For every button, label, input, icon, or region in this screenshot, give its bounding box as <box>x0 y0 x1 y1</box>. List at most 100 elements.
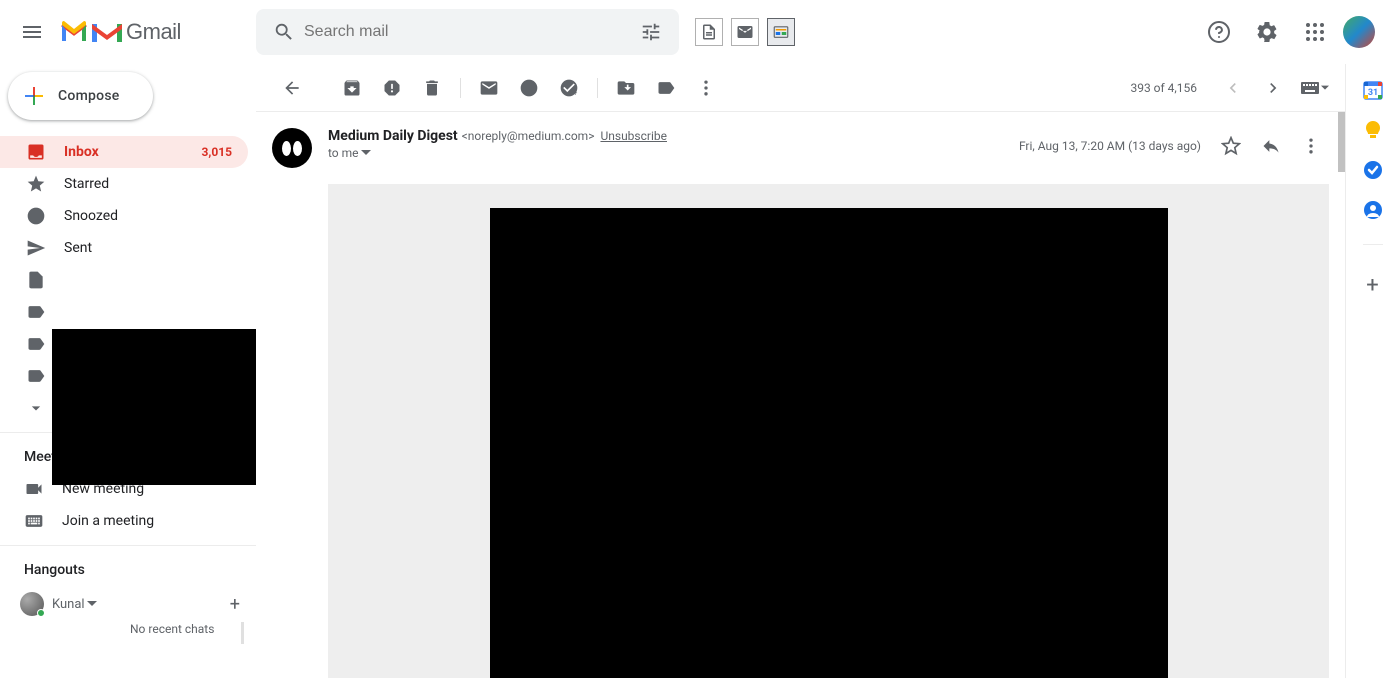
join-meeting-button[interactable]: Join a meeting <box>0 505 256 537</box>
settings-button[interactable] <box>1247 12 1287 52</box>
back-button[interactable] <box>272 68 312 108</box>
extension-icons <box>695 18 795 46</box>
reply-icon <box>1261 136 1281 156</box>
search-button[interactable] <box>264 12 304 52</box>
search-input[interactable] <box>304 23 631 41</box>
gmail-logo[interactable]: Gmail <box>60 19 181 45</box>
sidebar-item-inbox[interactable]: Inbox 3,015 <box>0 136 248 168</box>
delete-button[interactable] <box>412 68 452 108</box>
user-avatar <box>20 592 44 616</box>
search-options-button[interactable] <box>631 12 671 52</box>
sidebar-item-starred[interactable]: Starred <box>0 168 248 200</box>
send-icon <box>26 238 46 258</box>
chevron-down-icon <box>26 398 46 418</box>
chevron-down-icon <box>87 599 97 609</box>
chevron-down-icon <box>361 148 371 158</box>
chevron-right-icon <box>1263 78 1283 98</box>
check-add-icon: + <box>559 78 579 98</box>
scrollbar[interactable] <box>1338 112 1345 172</box>
folder-icon <box>616 78 636 98</box>
message-toolbar: + 393 of 4,156 <box>256 64 1345 112</box>
message-more-button[interactable] <box>1293 128 1329 164</box>
keyboard-icon <box>1301 82 1319 94</box>
star-outline-icon <box>1221 136 1241 156</box>
sidebar-item-snoozed[interactable]: Snoozed <box>0 200 248 232</box>
account-avatar[interactable] <box>1343 16 1375 48</box>
redacted-area <box>52 329 256 485</box>
search-bar <box>256 9 679 55</box>
calendar-app-button[interactable]: 31 <box>1363 80 1383 100</box>
snooze-button[interactable] <box>509 68 549 108</box>
plus-icon <box>22 84 46 108</box>
to-line[interactable]: to me <box>328 146 1003 160</box>
nav-count: 3,015 <box>202 145 233 159</box>
main-menu-button[interactable] <box>8 8 56 56</box>
sidebar-item-drafts[interactable] <box>0 264 248 296</box>
card-icon <box>772 23 790 41</box>
new-chat-button[interactable]: + <box>230 594 240 615</box>
label-icon <box>656 78 676 98</box>
newer-button[interactable] <box>1213 68 1253 108</box>
tasks-app-button[interactable] <box>1363 160 1383 180</box>
get-addons-button[interactable]: + <box>1366 273 1378 298</box>
file-icon <box>26 270 46 290</box>
keep-icon <box>1363 120 1383 140</box>
arrow-back-icon <box>282 78 302 98</box>
chevron-down-icon <box>1321 84 1329 92</box>
older-button[interactable] <box>1253 68 1293 108</box>
sender-avatar <box>272 128 312 168</box>
more-button[interactable] <box>686 68 726 108</box>
reply-button[interactable] <box>1253 128 1289 164</box>
add-task-button[interactable]: + <box>549 68 589 108</box>
sidebar-item-sent[interactable]: Sent <box>0 232 248 264</box>
pager-label: 393 of 4,156 <box>1130 81 1197 95</box>
nav-label: Starred <box>64 176 248 192</box>
gmail-logo-icon <box>60 21 88 43</box>
report-icon <box>382 78 402 98</box>
hangouts-section-title: Hangouts <box>0 546 256 586</box>
input-tool-button[interactable] <box>1301 82 1329 94</box>
hangouts-username: Kunal <box>52 597 85 612</box>
header: Gmail <box>0 0 1399 64</box>
message-view: Medium Daily Digest <noreply@medium.com>… <box>256 112 1345 678</box>
unsubscribe-link[interactable]: Unsubscribe <box>600 129 667 143</box>
inbox-icon <box>26 142 46 162</box>
ext-icon-3[interactable] <box>767 18 795 46</box>
move-button[interactable] <box>606 68 646 108</box>
apps-button[interactable] <box>1295 12 1335 52</box>
nav-label: Sent <box>64 240 248 256</box>
gmail-m-icon <box>92 21 122 43</box>
ext-icon-1[interactable] <box>695 18 723 46</box>
star-button[interactable] <box>1213 128 1249 164</box>
svg-text:31: 31 <box>1367 88 1377 98</box>
label-icon <box>26 302 46 322</box>
hangouts-user-row[interactable]: Kunal + <box>0 586 256 622</box>
keep-app-button[interactable] <box>1363 120 1383 140</box>
sender-name: Medium Daily Digest <box>328 128 458 144</box>
mail-at-icon <box>736 23 754 41</box>
video-icon <box>24 479 44 499</box>
contacts-app-button[interactable] <box>1363 200 1383 220</box>
clock-icon <box>26 206 46 226</box>
labels-button[interactable] <box>646 68 686 108</box>
ext-icon-2[interactable] <box>731 18 759 46</box>
trash-icon <box>422 78 442 98</box>
spam-button[interactable] <box>372 68 412 108</box>
archive-icon <box>342 78 362 98</box>
message-body <box>328 184 1329 678</box>
clock-icon <box>519 78 539 98</box>
mark-unread-button[interactable] <box>469 68 509 108</box>
nav-label: Snoozed <box>64 208 248 224</box>
more-vert-icon <box>696 78 716 98</box>
presence-indicator <box>37 609 45 617</box>
no-chats-label: No recent chats <box>52 622 241 636</box>
support-button[interactable] <box>1199 12 1239 52</box>
tasks-icon <box>1363 160 1383 180</box>
medium-logo-icon <box>282 141 302 156</box>
main-content: + 393 of 4,156 <box>256 64 1345 678</box>
sidebar-item-label1[interactable] <box>0 296 248 328</box>
keyboard-icon <box>24 511 44 531</box>
archive-button[interactable] <box>332 68 372 108</box>
compose-button[interactable]: Compose <box>8 72 153 120</box>
side-panel: 31 + <box>1345 64 1399 678</box>
